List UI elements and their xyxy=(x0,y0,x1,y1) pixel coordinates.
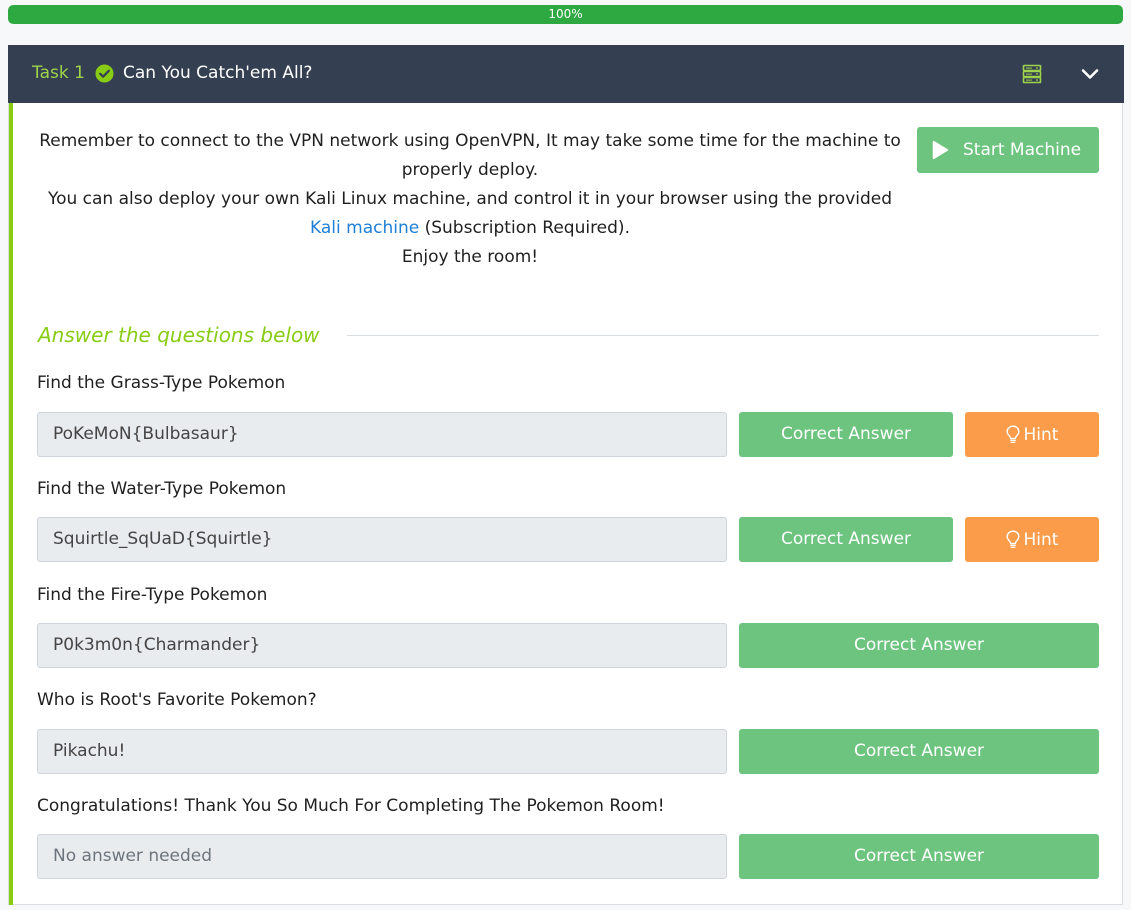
correct-answer-button-2[interactable]: Correct Answer xyxy=(739,517,953,562)
description-line-2-text: You can also deploy your own Kali Linux … xyxy=(47,189,893,209)
progress-bar: 100% xyxy=(8,5,1123,24)
lightbulb-icon xyxy=(1006,425,1020,443)
hint-button-1[interactable]: Hint xyxy=(965,412,1099,457)
hint-button-2[interactable]: Hint xyxy=(965,517,1099,562)
hint-label-2: Hint xyxy=(1023,529,1059,550)
correct-answer-button-1[interactable]: Correct Answer xyxy=(739,412,953,457)
description-line-2: You can also deploy your own Kali Linux … xyxy=(37,185,903,243)
question-5-label: Congratulations! Thank You So Much For C… xyxy=(37,796,665,816)
correct-answer-button-5[interactable]: Correct Answer xyxy=(739,834,1099,879)
lightbulb-icon xyxy=(1006,530,1020,548)
hint-label-1: Hint xyxy=(1023,424,1059,445)
question-2-label: Find the Water-Type Pokemon xyxy=(37,479,287,499)
play-icon xyxy=(932,140,949,160)
answer-input-5[interactable]: No answer needed xyxy=(37,834,727,879)
task-card: Task 1 Can You Catch'em All? Remember to… xyxy=(8,45,1124,905)
question-1-label: Find the Grass-Type Pokemon xyxy=(37,373,286,393)
start-machine-button[interactable]: Start Machine xyxy=(917,127,1099,173)
check-circle-icon xyxy=(95,64,114,83)
kali-machine-link[interactable]: Kali machine xyxy=(310,218,419,238)
description-line-1: Remember to connect to the VPN network u… xyxy=(39,131,901,180)
answer-input-3[interactable]: P0k3m0n{Charmander} xyxy=(37,623,727,668)
progress-label: 100% xyxy=(548,7,583,21)
chevron-down-icon[interactable] xyxy=(1080,64,1100,84)
task-header[interactable]: Task 1 Can You Catch'em All? xyxy=(8,45,1124,103)
server-icon[interactable] xyxy=(1022,64,1042,84)
answer-input-4[interactable]: Pikachu! xyxy=(37,729,727,774)
start-machine-label: Start Machine xyxy=(963,140,1082,160)
question-3-label: Find the Fire-Type Pokemon xyxy=(37,585,268,605)
task-body: Remember to connect to the VPN network u… xyxy=(9,103,1123,905)
heading-divider xyxy=(347,335,1099,336)
answer-input-1[interactable]: PoKeMoN{Bulbasaur} xyxy=(37,412,727,457)
task-title: Can You Catch'em All? xyxy=(123,63,313,83)
question-4-label: Who is Root's Favorite Pokemon? xyxy=(37,690,317,710)
answer-input-2[interactable]: Squirtle_SqUaD{Squirtle} xyxy=(37,517,727,562)
subscription-note: (Subscription Required). xyxy=(419,218,630,238)
answers-heading: Answer the questions below xyxy=(38,323,320,347)
task-number: Task 1 xyxy=(32,63,85,83)
description-line-3: Enjoy the room! xyxy=(401,247,539,267)
correct-answer-button-4[interactable]: Correct Answer xyxy=(739,729,1099,774)
task-description: Remember to connect to the VPN network u… xyxy=(37,127,903,272)
correct-answer-button-3[interactable]: Correct Answer xyxy=(739,623,1099,668)
